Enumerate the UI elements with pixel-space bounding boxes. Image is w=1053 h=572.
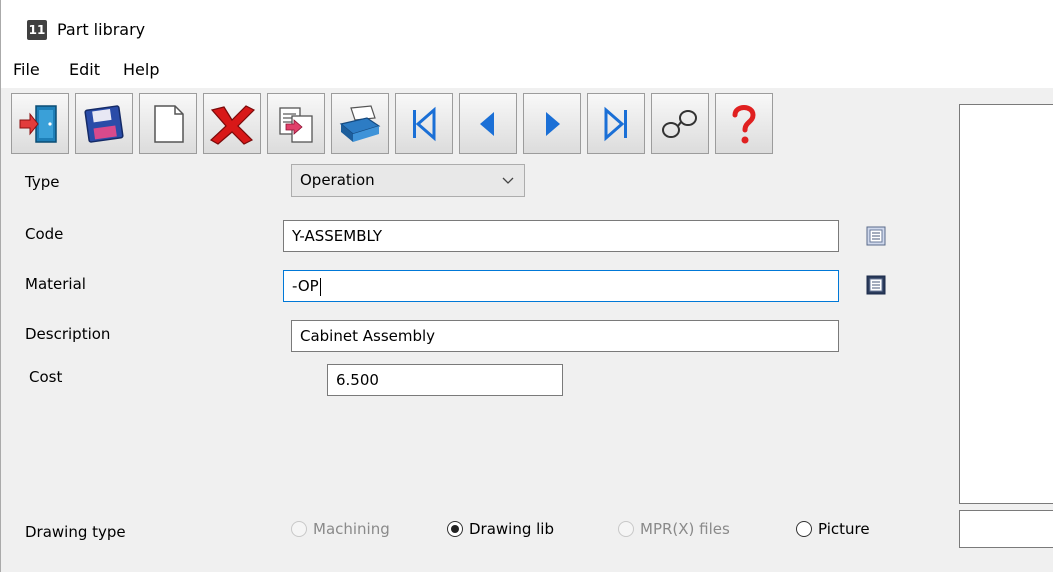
code-lookup-icon[interactable] <box>865 225 887 247</box>
previous-record-button[interactable] <box>459 93 517 154</box>
exit-button[interactable] <box>11 93 69 154</box>
blank-page-icon <box>154 104 184 143</box>
drawing-type-label: Drawing type <box>25 523 126 541</box>
code-field[interactable]: Y-ASSEMBLY <box>283 220 839 252</box>
floppy-disk-icon <box>84 104 124 143</box>
radio-mpr-files-circle <box>618 521 634 537</box>
first-record-button[interactable] <box>395 93 453 154</box>
description-field[interactable]: Cabinet Assembly <box>291 320 839 352</box>
type-label: Type <box>25 173 60 191</box>
radio-mpr-files-label: MPR(X) files <box>640 520 730 538</box>
part-library-window: 11 Part library File Edit Help Type Oper… <box>0 0 1053 572</box>
type-select[interactable]: Operation <box>291 164 525 197</box>
material-value: -OP <box>292 277 319 295</box>
question-mark-icon <box>732 104 756 143</box>
last-record-button[interactable] <box>587 93 645 154</box>
radio-picture[interactable]: Picture <box>796 520 870 538</box>
radio-drawing-lib[interactable]: Drawing lib <box>447 520 554 538</box>
save-button[interactable] <box>75 93 133 154</box>
material-label: Material <box>25 275 86 293</box>
material-lookup-icon[interactable] <box>865 274 887 296</box>
chevron-down-icon <box>502 165 514 207</box>
exit-door-icon <box>19 104 57 143</box>
text-caret <box>319 277 321 296</box>
menu-edit[interactable]: Edit <box>67 60 102 79</box>
help-button[interactable] <box>715 93 773 154</box>
description-label: Description <box>25 325 111 343</box>
title-bar: 11 Part library <box>1 0 1053 58</box>
preview-filename-field[interactable] <box>959 510 1053 548</box>
radio-machining[interactable]: Machining <box>291 520 390 538</box>
app-icon: 11 <box>27 20 47 40</box>
menu-bar: File Edit Help <box>1 58 1053 88</box>
copy-document-icon <box>279 106 313 143</box>
type-select-value: Operation <box>300 171 375 189</box>
radio-picture-circle <box>796 521 812 537</box>
window-title: Part library <box>57 20 146 39</box>
delete-button[interactable] <box>203 93 261 154</box>
find-button[interactable] <box>651 93 709 154</box>
drawing-preview-panel <box>959 104 1053 504</box>
radio-drawing-lib-circle <box>447 521 463 537</box>
new-button[interactable] <box>139 93 197 154</box>
print-button[interactable] <box>331 93 389 154</box>
radio-machining-label: Machining <box>313 520 390 538</box>
radio-drawing-lib-label: Drawing lib <box>469 520 554 538</box>
copy-button[interactable] <box>267 93 325 154</box>
previous-icon <box>480 111 494 136</box>
next-icon <box>546 111 560 136</box>
first-icon <box>413 106 436 141</box>
material-field[interactable]: -OP <box>283 270 839 302</box>
printer-icon <box>339 104 381 142</box>
menu-file[interactable]: File <box>11 60 42 79</box>
cost-label: Cost <box>29 368 63 386</box>
red-x-icon <box>209 104 256 145</box>
radio-machining-circle <box>291 521 307 537</box>
radio-mpr-files[interactable]: MPR(X) files <box>618 520 730 538</box>
next-record-button[interactable] <box>523 93 581 154</box>
last-icon <box>604 106 627 141</box>
code-label: Code <box>25 225 64 243</box>
cost-field[interactable]: 6.500 <box>327 364 563 396</box>
glasses-icon <box>662 109 697 138</box>
menu-help[interactable]: Help <box>121 60 161 79</box>
radio-picture-label: Picture <box>818 520 870 538</box>
